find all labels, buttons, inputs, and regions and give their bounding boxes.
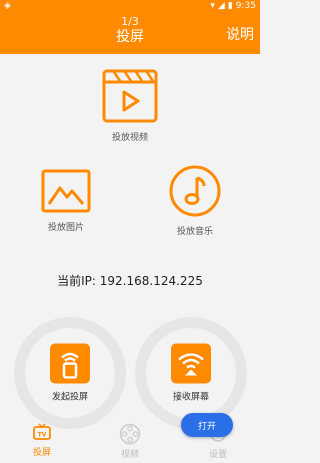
page-title: 投屏 xyxy=(116,29,144,45)
page-counter: 1/3 xyxy=(121,15,139,28)
app-bar: 1/3 投屏 说明 xyxy=(0,14,260,54)
tab-cast[interactable]: TV 投屏 xyxy=(12,423,72,458)
cast-image-label: 投放图片 xyxy=(47,223,84,233)
signal-icon: ◢ xyxy=(217,1,225,11)
image-icon xyxy=(41,169,91,213)
receive-screen-label: 接收屏幕 xyxy=(172,392,209,403)
cast-video-button[interactable]: 投放视频 xyxy=(90,68,170,143)
tab-settings-label: 设置 xyxy=(208,450,227,460)
open-button[interactable]: 打开 xyxy=(181,413,233,437)
cast-music-button[interactable]: 投放音乐 xyxy=(155,164,235,237)
help-button[interactable]: 说明 xyxy=(226,26,254,44)
cast-music-label: 投放音乐 xyxy=(176,227,213,237)
wifi-icon: ▾ xyxy=(210,1,215,11)
tab-cast-label: 投屏 xyxy=(32,448,51,458)
start-cast-label: 发起投屏 xyxy=(51,392,88,403)
cast-video-label: 投放视频 xyxy=(111,133,148,143)
film-reel-icon xyxy=(119,423,141,445)
phone-cast-icon xyxy=(50,343,90,384)
tab-video-label: 视频 xyxy=(120,450,139,460)
current-ip: 当前IP: 192.168.124.225 xyxy=(57,274,203,288)
music-icon xyxy=(169,165,221,217)
video-icon xyxy=(102,69,158,123)
svg-text:TV: TV xyxy=(38,432,47,439)
receive-wifi-icon xyxy=(171,343,211,384)
start-cast-button[interactable]: 发起投屏 xyxy=(14,317,126,429)
tv-icon: TV xyxy=(33,423,51,440)
tab-video[interactable]: 视频 xyxy=(100,423,160,460)
notification-icon: ◈ xyxy=(4,1,11,11)
cast-image-button[interactable]: 投放图片 xyxy=(26,168,106,233)
status-time: 9:35 xyxy=(235,1,256,11)
status-bar: ◈ ▾ ◢ ▮ 9:35 xyxy=(0,0,260,14)
battery-icon: ▮ xyxy=(227,1,233,11)
